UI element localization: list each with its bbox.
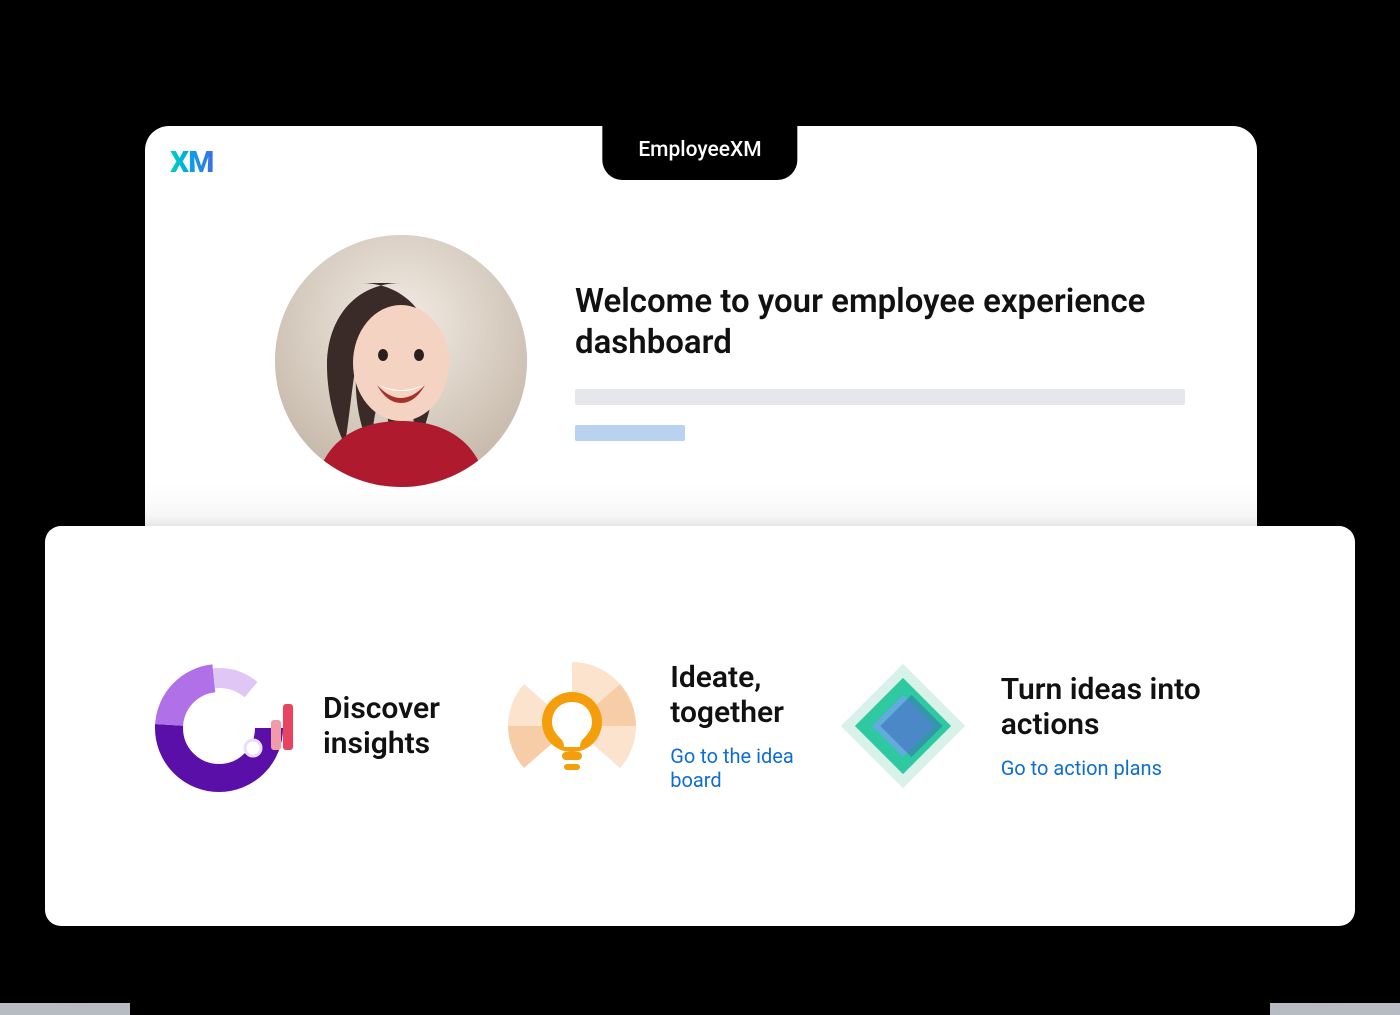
avatar-illustration bbox=[275, 235, 527, 487]
product-tab: EmployeeXM bbox=[602, 126, 797, 180]
feature-card-panel: Discover insights Ideate, together Go to… bbox=[45, 526, 1355, 926]
diamond-layers-icon bbox=[833, 656, 973, 796]
card-title: Ideate, together bbox=[670, 660, 832, 731]
placeholder-short bbox=[575, 425, 685, 441]
card-title: Turn ideas into actions bbox=[1001, 672, 1245, 743]
lightbulb-icon bbox=[502, 656, 642, 796]
chart-donut-icon bbox=[155, 656, 295, 796]
welcome-heading: Welcome to your employee experience dash… bbox=[575, 281, 1215, 364]
user-avatar bbox=[275, 235, 527, 487]
decoration-bar-right bbox=[1270, 1003, 1400, 1015]
card-title: Discover insights bbox=[323, 691, 502, 762]
idea-board-link[interactable]: Go to the idea board bbox=[670, 744, 832, 792]
card-discover-insights[interactable]: Discover insights bbox=[155, 656, 502, 796]
hero-text: Welcome to your employee experience dash… bbox=[575, 281, 1215, 442]
action-plans-link[interactable]: Go to action plans bbox=[1001, 756, 1245, 780]
hero-section: Welcome to your employee experience dash… bbox=[275, 235, 1215, 487]
decoration-bar-left bbox=[0, 1003, 130, 1015]
card-ideate-together[interactable]: Ideate, together Go to the idea board bbox=[502, 656, 832, 796]
card-turn-ideas-into-actions[interactable]: Turn ideas into actions Go to action pla… bbox=[833, 656, 1245, 796]
placeholder-line bbox=[575, 389, 1185, 405]
xm-logo: XM bbox=[170, 145, 213, 180]
